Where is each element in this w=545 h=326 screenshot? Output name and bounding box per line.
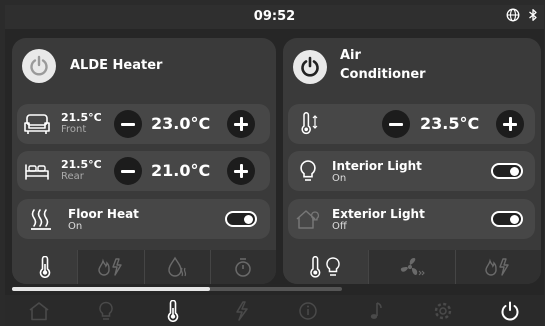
exterior-light-label: Exterior Light: [332, 207, 425, 221]
settings-gear-icon: [432, 300, 454, 322]
floor-heat-row: Floor Heat On: [17, 199, 270, 239]
aircon-tab-strip: [283, 250, 541, 284]
light-bulb-icon: [294, 157, 322, 185]
front-decrease-button[interactable]: [114, 110, 142, 138]
front-zone-label: Front: [61, 124, 87, 135]
interior-light-toggle[interactable]: [491, 163, 523, 179]
floor-heat-toggle[interactable]: [225, 211, 257, 227]
exterior-light-toggle[interactable]: [491, 211, 523, 227]
bluetooth-icon[interactable]: [528, 8, 538, 22]
heater-tab-timer[interactable]: [211, 250, 276, 284]
heater-tab-energy[interactable]: [78, 250, 145, 284]
interior-light-label: Interior Light: [332, 159, 422, 173]
aircon-title-line1: Air: [340, 48, 361, 63]
front-current-temp: 21.5°C: [61, 111, 102, 124]
floor-heat-icon: [27, 205, 55, 233]
info-icon: [298, 301, 318, 321]
aircon-tab-energy[interactable]: [456, 250, 541, 284]
heater-title: ALDE Heater: [70, 58, 163, 73]
heater-tab-hot-water[interactable]: [145, 250, 211, 284]
nav-home[interactable]: [5, 295, 72, 326]
sofa-icon: [23, 110, 51, 138]
nav-media[interactable]: [342, 295, 409, 326]
aircon-increase-button[interactable]: [496, 110, 524, 138]
aircon-title-line2: Conditioner: [340, 67, 426, 82]
nav-climate[interactable]: [140, 295, 207, 326]
gas-electric-icon: [96, 257, 126, 277]
bed-icon: [23, 157, 51, 185]
floor-heat-state: On: [68, 221, 83, 232]
fan-icon: [399, 256, 425, 278]
interior-light-row: Interior Light On: [288, 151, 535, 191]
floor-heat-label: Floor Heat: [68, 207, 139, 221]
clock: 09:52: [253, 9, 296, 24]
heater-tab-temperature[interactable]: [12, 250, 79, 284]
power-icon: [299, 56, 321, 78]
thermometer-arrows-icon: [296, 110, 324, 138]
rear-current-temp: 21.5°C: [61, 158, 102, 171]
timer-icon: [233, 256, 253, 278]
nav-system-power[interactable]: [477, 295, 544, 326]
page-scroll-fill: [12, 287, 210, 291]
rear-decrease-button[interactable]: [114, 157, 142, 185]
aircon-tab-climate-light[interactable]: [283, 250, 370, 284]
aircon-panel: Air Conditioner 23.5°C Interior Light On…: [283, 38, 541, 284]
screen: 09:52 ALDE Heater 21.5°C Front 23.0°C 21…: [5, 5, 544, 326]
aircon-setpoint: 23.5°C: [420, 114, 480, 133]
front-increase-button[interactable]: [227, 110, 255, 138]
globe-icon[interactable]: [506, 8, 520, 22]
aircon-decrease-button[interactable]: [382, 110, 410, 138]
nav-settings[interactable]: [409, 295, 476, 326]
power-bolt-icon: [234, 300, 248, 321]
nav-info[interactable]: [275, 295, 342, 326]
power-icon: [28, 55, 50, 77]
light-bulb-icon: [98, 301, 114, 321]
thermometer-light-icon: [309, 256, 343, 278]
exterior-light-row: Exterior Light Off: [288, 199, 535, 239]
aircon-tab-fan[interactable]: [369, 250, 456, 284]
power-icon: [499, 300, 521, 322]
exterior-light-icon: [294, 205, 322, 233]
nav-power[interactable]: [207, 295, 274, 326]
heater-power-button[interactable]: [22, 49, 56, 83]
aircon-power-button[interactable]: [293, 50, 327, 84]
aircon-temp-row: 23.5°C: [288, 104, 535, 144]
rear-zone-row: 21.5°C Rear 21.0°C: [17, 151, 270, 191]
nav-lighting[interactable]: [72, 295, 139, 326]
heater-tab-strip: [12, 250, 276, 284]
interior-light-state: On: [332, 173, 347, 184]
thermometer-icon: [38, 256, 52, 278]
hot-water-icon: [166, 256, 188, 278]
bottom-nav: [5, 295, 544, 326]
heater-panel: ALDE Heater 21.5°C Front 23.0°C 21.5°C R…: [12, 38, 276, 284]
gas-electric-icon: [483, 257, 513, 277]
exterior-light-state: Off: [332, 221, 347, 232]
rear-setpoint: 21.0°C: [151, 161, 211, 180]
rear-increase-button[interactable]: [227, 157, 255, 185]
rear-zone-label: Rear: [61, 171, 84, 182]
music-note-icon: [369, 301, 383, 321]
home-icon: [28, 301, 50, 321]
front-setpoint: 23.0°C: [151, 114, 211, 133]
status-bar: 09:52: [5, 5, 544, 29]
thermometer-icon: [166, 299, 180, 322]
page-scroll-indicator: [12, 287, 342, 291]
front-zone-row: 21.5°C Front 23.0°C: [17, 104, 270, 144]
